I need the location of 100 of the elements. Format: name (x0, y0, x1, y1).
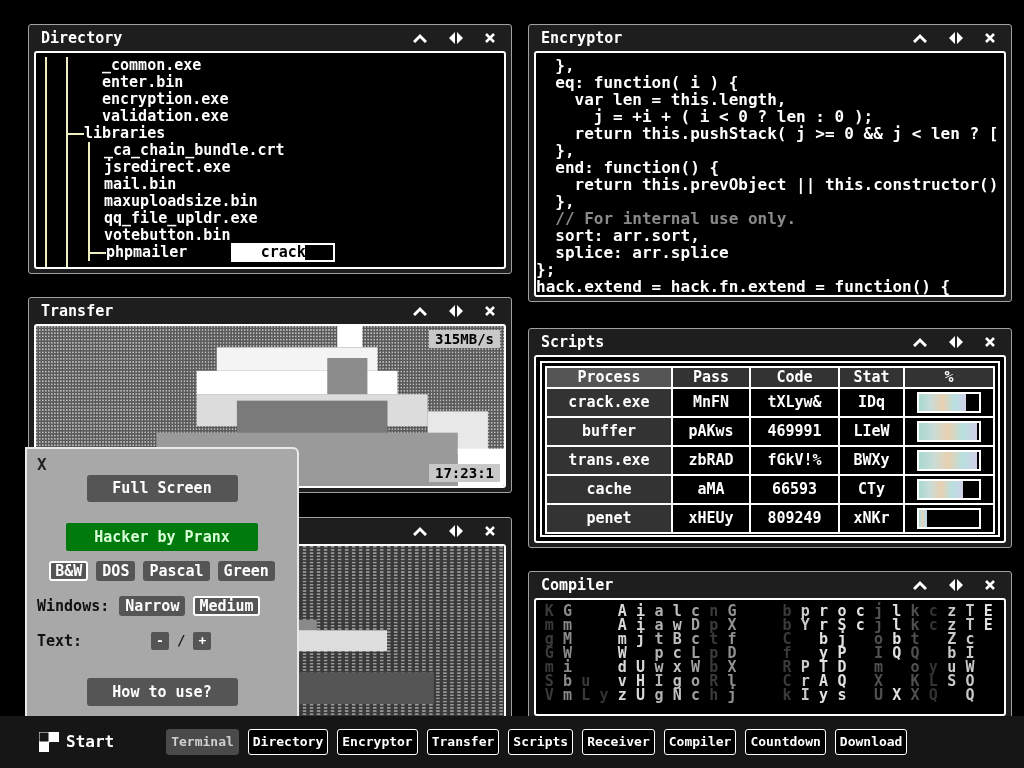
option-button[interactable]: Medium (193, 596, 260, 617)
option-button[interactable]: Narrow (119, 596, 186, 617)
table-cell: penet (547, 505, 671, 532)
file-name[interactable]: jsredirect.exe (104, 159, 231, 176)
table-cell: xNKr (840, 505, 903, 532)
code-line: }; (536, 261, 556, 278)
collapse-icon[interactable] (413, 526, 427, 536)
resize-icon[interactable] (449, 525, 463, 537)
window-title: Compiler (541, 574, 614, 596)
column-header: Process (547, 368, 671, 387)
code-line: }, (554, 142, 576, 159)
full-screen-button[interactable]: Full Screen (86, 475, 238, 502)
task-button[interactable]: Download (834, 729, 908, 755)
matrix-column: llbQ X (887, 604, 906, 714)
collapse-icon[interactable] (413, 33, 427, 43)
close-icon[interactable] (485, 33, 495, 43)
close-icon[interactable] (985, 33, 995, 43)
file-name[interactable]: enter.bin (102, 74, 184, 91)
table-cell: trans.exe (547, 447, 671, 474)
resize-icon[interactable] (949, 32, 963, 44)
file-name[interactable]: _ca_chain_bundle.crt (104, 142, 285, 159)
increase-button[interactable]: + (193, 631, 212, 650)
task-button[interactable]: Terminal (166, 729, 239, 755)
task-button[interactable]: Directory (247, 729, 329, 755)
table-cell: xHEUy (673, 505, 749, 532)
column-header: Stat (840, 368, 903, 387)
option-button[interactable]: Pascal (143, 561, 210, 581)
close-icon[interactable] (985, 580, 995, 590)
resize-icon[interactable] (949, 579, 963, 591)
code-line: var len = this.length, (574, 91, 788, 108)
start-button[interactable]: Start (39, 730, 115, 754)
file-name[interactable]: _common.exe (102, 57, 202, 74)
table-cell: IDq (840, 389, 903, 416)
close-icon[interactable] (485, 526, 495, 536)
resize-icon[interactable] (449, 32, 463, 44)
progress-bar (917, 392, 981, 413)
time-badge: 17:23:1 (429, 464, 500, 482)
separator-text: / (177, 631, 186, 651)
matrix-column: kktQoKX (905, 604, 925, 714)
checker-icon (39, 732, 59, 752)
help-button[interactable]: How to use? (86, 678, 238, 706)
table-cell: tXLyw& (751, 389, 838, 416)
matrix-column: EE (979, 604, 998, 714)
option-button[interactable]: B&W (49, 561, 89, 581)
code-line: }, (554, 57, 576, 74)
progress-bar (917, 508, 981, 529)
column-header: Code (751, 368, 838, 387)
decrease-button[interactable]: - (151, 631, 169, 650)
close-icon[interactable] (985, 337, 995, 347)
task-button[interactable]: Encryptor (337, 729, 418, 755)
file-name[interactable]: votebutton.bin (104, 227, 231, 244)
task-button[interactable]: Scripts (508, 729, 574, 755)
column-header: Pass (673, 368, 749, 387)
matrix-column: aatpwIg (649, 604, 669, 714)
windows-label: Windows: (37, 596, 110, 617)
collapse-icon[interactable] (413, 306, 427, 316)
brand-button[interactable]: Hacker by Pranx (66, 523, 258, 551)
window-title: Scripts (541, 331, 605, 353)
task-button[interactable]: Receiver (582, 729, 655, 755)
code-line: j = +i + ( i < 0 ? len : 0 ); (592, 108, 875, 125)
folder-name[interactable]: phpmailer (106, 244, 188, 261)
code-line: splice: arr.splice (554, 244, 730, 261)
table-cell: LIeW (840, 418, 903, 445)
collapse-icon[interactable] (913, 337, 927, 347)
matrix-column: TTcIWOQ (960, 604, 980, 714)
option-button[interactable]: Green (217, 561, 275, 581)
code-line: sort: arr.sort, (554, 227, 701, 244)
file-name[interactable]: validation.exe (102, 108, 229, 125)
matrix-column: KmgGmSV (540, 604, 559, 714)
close-button[interactable]: X (37, 457, 47, 473)
file-name[interactable]: qq_file_upldr.exe (104, 210, 258, 227)
table-cell: MnFN (673, 389, 749, 416)
resize-icon[interactable] (949, 336, 963, 348)
file-name[interactable]: maxuploadsize.bin (104, 193, 258, 210)
code-line: return this.prevObject || this.constructor() (573, 176, 1000, 193)
matrix-column: nptpbRh (704, 604, 723, 714)
task-button[interactable]: Compiler (663, 729, 737, 755)
matrix-column: cDcLWoc (686, 604, 705, 714)
resize-icon[interactable] (449, 305, 463, 317)
file-name[interactable]: mail.bin (104, 176, 177, 193)
code-line: eq: function( i ) { (554, 74, 739, 91)
option-button[interactable]: DOS (96, 561, 136, 581)
code-line: end: function() { (554, 159, 720, 176)
folder-name[interactable]: libraries (84, 125, 166, 142)
code-comment: // For internal use only. (554, 210, 798, 227)
table-cell: cache (547, 476, 671, 503)
text-label: Text: (37, 630, 84, 652)
collapse-icon[interactable] (913, 33, 927, 43)
task-button[interactable]: Transfer (426, 729, 500, 755)
close-icon[interactable] (485, 306, 495, 316)
code-line: hack.extend = hack.fn.extend = function() { (536, 278, 952, 295)
file-name[interactable]: encryption.exe (102, 91, 229, 108)
matrix-column: iij UHU (631, 604, 650, 714)
collapse-icon[interactable] (913, 580, 927, 590)
matrix-column: zzZbuS (942, 604, 961, 714)
table-cell: buffer (547, 418, 671, 445)
matrix-column: GXfDXlj (722, 604, 742, 714)
table-cell: CTy (840, 476, 903, 503)
crack-button[interactable]: crack (231, 243, 336, 262)
task-button[interactable]: Countdown (745, 729, 826, 755)
